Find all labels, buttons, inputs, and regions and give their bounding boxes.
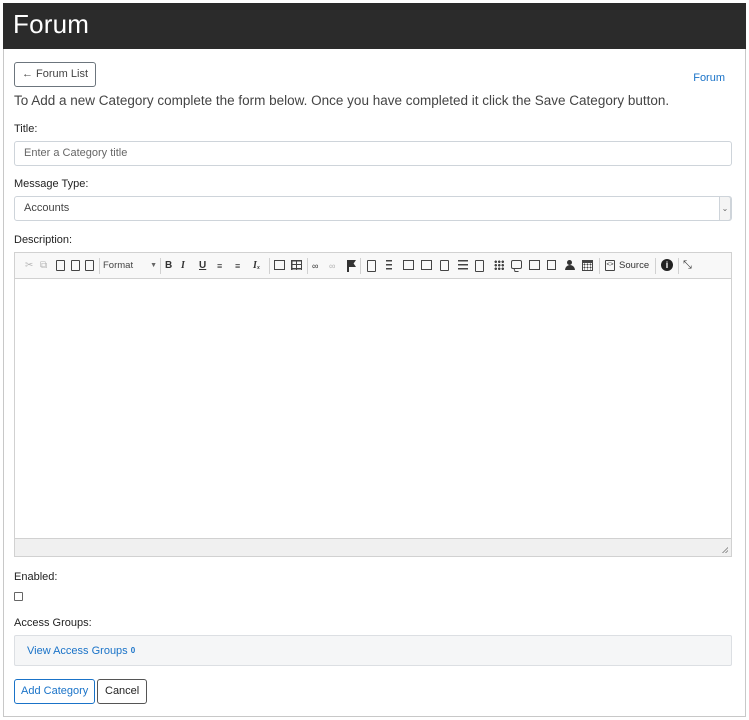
access-groups-label: Access Groups:	[14, 617, 92, 629]
editor-statusbar	[15, 538, 731, 556]
caret-down-icon: ▼	[150, 262, 157, 269]
media-icon[interactable]	[529, 260, 540, 270]
unlink-icon[interactable]: ∞	[329, 259, 335, 273]
about-icon[interactable]: i	[661, 259, 673, 271]
page-title: Forum	[13, 9, 90, 39]
table-icon[interactable]	[291, 260, 302, 270]
format-select-label: Format	[103, 260, 134, 271]
comment-icon[interactable]	[511, 260, 522, 269]
toolbar-separator	[678, 258, 679, 274]
paste-word-icon[interactable]	[85, 260, 94, 271]
source-button[interactable]: Source	[619, 259, 649, 273]
people-icon[interactable]	[564, 260, 576, 270]
paste-icon[interactable]	[56, 260, 65, 271]
blockquote-icon[interactable]	[386, 260, 392, 270]
view-access-groups-link[interactable]: View Access Groups 0	[27, 645, 135, 657]
chevron-down-icon[interactable]: ⌄	[719, 196, 731, 221]
toolbar-separator	[160, 258, 161, 274]
toolbar-separator	[269, 258, 270, 274]
add-category-button[interactable]: Add Category	[14, 679, 96, 704]
document-icon[interactable]	[440, 260, 449, 271]
access-groups-panel: View Access Groups 0	[14, 635, 732, 666]
forum-link[interactable]: Forum	[693, 72, 725, 84]
template-icon[interactable]	[367, 260, 376, 272]
toolbar-separator	[599, 258, 600, 274]
link-icon[interactable]: ∞	[312, 259, 318, 273]
anchor-icon[interactable]	[348, 260, 356, 267]
editor-content-area[interactable]	[15, 280, 731, 538]
remove-format-icon[interactable]: Iₓ	[253, 259, 260, 273]
forum-list-button[interactable]: ← Forum List	[14, 62, 97, 87]
message-type-label: Message Type:	[14, 178, 89, 190]
bold-icon[interactable]: B	[165, 259, 172, 273]
description-editor: ✂ ⧉ Format ▼ B I U ≡ ≡ Iₓ ∞ ∞ <> Source …	[14, 252, 732, 557]
description-label: Description:	[14, 234, 73, 246]
enabled-checkbox[interactable]	[14, 592, 23, 601]
italic-icon[interactable]: I	[181, 259, 185, 273]
numbered-list-icon[interactable]: ≡	[217, 259, 222, 273]
toolbar-separator	[99, 258, 100, 274]
message-type-select[interactable]: Accounts ⌄	[14, 196, 732, 221]
resize-handle-icon[interactable]	[722, 547, 728, 553]
calendar-icon[interactable]	[582, 260, 593, 271]
insert-icon[interactable]	[475, 260, 484, 272]
cancel-button[interactable]: Cancel	[97, 679, 148, 704]
cut-icon[interactable]: ✂	[25, 259, 33, 273]
access-groups-count-badge: 0	[130, 646, 136, 655]
view-access-groups-label: View Access Groups	[27, 645, 128, 657]
maximize-icon[interactable]: ⤡	[683, 259, 694, 271]
message-type-value: Accounts	[24, 202, 70, 214]
paste-text-icon[interactable]	[71, 260, 80, 271]
toolbar-separator	[360, 258, 361, 274]
title-label: Title:	[14, 123, 38, 135]
toolbar-separator	[307, 258, 308, 274]
instructions-text: To Add a new Category complete the form …	[14, 93, 670, 108]
copy-icon[interactable]: ⧉	[40, 259, 47, 273]
title-input[interactable]: Enter a Category title	[14, 141, 732, 166]
format-select[interactable]: Format ▼	[103, 258, 157, 274]
underline-icon[interactable]: U	[199, 259, 206, 273]
grid-icon[interactable]	[494, 260, 504, 270]
gallery-icon[interactable]	[421, 260, 432, 270]
source-icon: <>	[605, 260, 615, 271]
app-header: Forum	[3, 3, 746, 49]
editor-toolbar: ✂ ⧉ Format ▼ B I U ≡ ≡ Iₓ ∞ ∞ <> Source …	[15, 253, 731, 279]
widget-icon[interactable]	[403, 260, 414, 270]
share-icon[interactable]	[547, 260, 556, 270]
bulleted-list-icon[interactable]: ≡	[235, 259, 240, 273]
image-icon[interactable]	[274, 260, 285, 270]
page-icon[interactable]	[458, 260, 468, 270]
enabled-label: Enabled:	[14, 571, 58, 583]
toolbar-separator	[655, 258, 656, 274]
